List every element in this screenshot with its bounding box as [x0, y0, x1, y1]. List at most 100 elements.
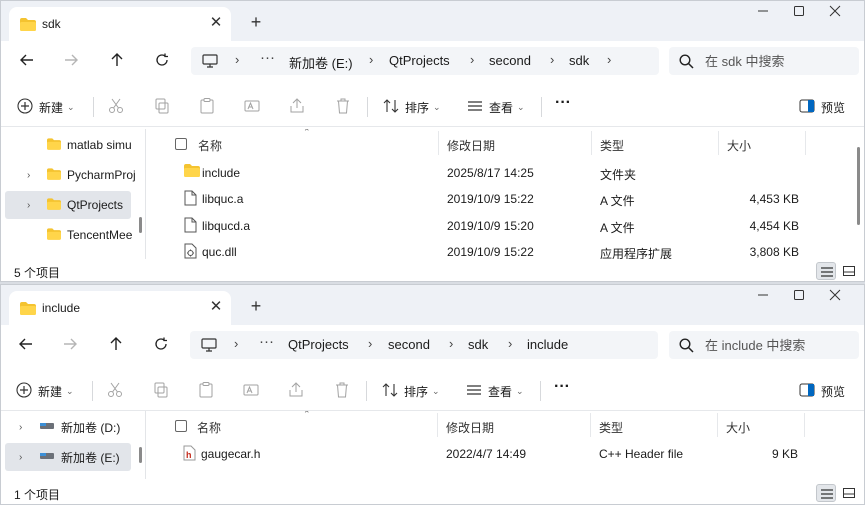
file-row-libquc[interactable]: libquc.a 2019/10/9 15:22 A 文件 4,453 KB — [151, 186, 856, 212]
new-tab-button[interactable]: + — [245, 295, 267, 317]
column-header-date[interactable]: 修改日期 — [447, 137, 495, 154]
chevron-right-icon: › — [369, 52, 374, 67]
forward-arrow-icon[interactable] — [59, 49, 83, 73]
nav-item-pycharm[interactable]: › PycharmProj — [1, 161, 139, 189]
select-all-checkbox[interactable] — [175, 138, 187, 150]
refresh-icon[interactable] — [150, 49, 174, 73]
chevron-right-icon[interactable]: › — [27, 200, 39, 211]
tiles-view-button[interactable] — [839, 484, 859, 502]
tab-sdk[interactable]: sdk ✕ — [9, 7, 231, 41]
rename-button[interactable] — [244, 97, 260, 117]
delete-button[interactable] — [334, 381, 350, 401]
share-button[interactable] — [289, 97, 305, 117]
column-divider[interactable] — [718, 131, 719, 155]
breadcrumb-include[interactable]: include — [527, 337, 568, 352]
back-arrow-icon[interactable] — [14, 333, 38, 357]
new-button[interactable]: 新建 ⌄ — [17, 97, 75, 117]
column-header-type[interactable]: 类型 — [600, 137, 624, 154]
more-options-icon[interactable]: ··· — [554, 377, 570, 397]
column-divider[interactable] — [437, 413, 438, 437]
preview-button[interactable]: 预览 — [799, 381, 845, 401]
nav-item-drive-e[interactable]: › 新加卷 (E:) — [5, 443, 131, 471]
file-list-scrollbar[interactable] — [857, 147, 860, 225]
column-header-row: ⌃ 名称 修改日期 类型 大小 — [151, 129, 856, 157]
more-crumbs-icon[interactable]: ··· — [259, 333, 274, 350]
breadcrumb-qtprojects[interactable]: QtProjects — [389, 53, 450, 68]
new-button[interactable]: 新建 ⌄ — [16, 381, 74, 401]
rename-button[interactable] — [243, 381, 259, 401]
column-header-name[interactable]: 名称 — [197, 419, 221, 436]
maximize-button[interactable] — [781, 5, 817, 25]
search-input[interactable] — [705, 51, 853, 71]
column-divider[interactable] — [591, 131, 592, 155]
select-all-checkbox[interactable] — [175, 420, 187, 432]
maximize-button[interactable] — [781, 289, 817, 309]
details-view-button[interactable] — [816, 262, 836, 280]
file-row-libqucd[interactable]: libqucd.a 2019/10/9 15:20 A 文件 4,454 KB — [151, 213, 856, 239]
paste-button[interactable] — [198, 381, 214, 401]
file-row-gaugecar-h[interactable]: h gaugecar.h 2022/4/7 14:49 C++ Header f… — [151, 441, 856, 467]
plus-circle-icon — [16, 381, 32, 401]
minimize-button[interactable] — [745, 5, 781, 25]
details-view-button[interactable] — [816, 484, 836, 502]
tab-include[interactable]: include ✕ — [9, 291, 231, 325]
tiles-view-button[interactable] — [839, 262, 859, 280]
column-header-date[interactable]: 修改日期 — [446, 419, 494, 436]
column-divider[interactable] — [717, 413, 718, 437]
nav-item-qtprojects[interactable]: › QtProjects — [5, 191, 131, 219]
up-arrow-icon[interactable] — [105, 49, 129, 73]
view-button[interactable]: 查看 ⌄ — [467, 97, 525, 117]
breadcrumb-sdk[interactable]: sdk — [468, 337, 488, 352]
delete-button[interactable] — [335, 97, 351, 117]
new-tab-button[interactable]: + — [245, 11, 267, 33]
file-row-include[interactable]: include 2025/8/17 14:25 文件夹 — [151, 160, 856, 186]
chevron-right-icon[interactable]: › — [19, 422, 31, 433]
nav-scrollbar[interactable] — [139, 217, 142, 233]
copy-button[interactable] — [153, 381, 169, 401]
breadcrumb-second[interactable]: second — [489, 53, 531, 68]
breadcrumb-second[interactable]: second — [388, 337, 430, 352]
close-window-button[interactable] — [817, 5, 853, 25]
column-header-size[interactable]: 大小 — [726, 419, 750, 436]
close-tab-icon[interactable]: ✕ — [207, 298, 225, 316]
nav-item-drive-d[interactable]: › 新加卷 (D:) — [1, 413, 139, 441]
breadcrumb-drive[interactable]: 新加卷 (E:) — [289, 53, 353, 72]
close-window-button[interactable] — [817, 289, 853, 309]
nav-item-matlab[interactable]: matlab simu — [1, 131, 139, 159]
copy-button[interactable] — [154, 97, 170, 117]
search-input[interactable] — [705, 335, 853, 355]
address-bar[interactable]: › ··· QtProjects › second › sdk › includ… — [190, 331, 658, 359]
column-divider[interactable] — [590, 413, 591, 437]
column-header-size[interactable]: 大小 — [727, 137, 751, 154]
column-divider[interactable] — [804, 413, 805, 437]
refresh-icon[interactable] — [149, 333, 173, 357]
sort-button[interactable]: 排序 ⌄ — [383, 97, 441, 117]
view-button[interactable]: 查看 ⌄ — [466, 381, 524, 401]
cut-button[interactable] — [107, 381, 123, 401]
column-divider[interactable] — [438, 131, 439, 155]
forward-arrow-icon[interactable] — [58, 333, 82, 357]
address-bar[interactable]: › ··· 新加卷 (E:) › QtProjects › second › s… — [191, 47, 659, 75]
chevron-right-icon[interactable]: › — [27, 170, 39, 181]
preview-button[interactable]: 预览 — [799, 97, 845, 117]
column-header-name[interactable]: 名称 — [198, 137, 222, 154]
minimize-button[interactable] — [745, 289, 781, 309]
up-arrow-icon[interactable] — [104, 333, 128, 357]
nav-item-tencentmeeting[interactable]: TencentMee — [1, 221, 139, 249]
breadcrumb-qtprojects[interactable]: QtProjects — [288, 337, 349, 352]
column-divider[interactable] — [805, 131, 806, 155]
chevron-right-icon: › — [607, 52, 612, 67]
more-crumbs-icon[interactable]: ··· — [260, 49, 275, 66]
back-arrow-icon[interactable] — [15, 49, 39, 73]
share-button[interactable] — [288, 381, 304, 401]
breadcrumb-sdk[interactable]: sdk — [569, 53, 589, 68]
more-options-icon[interactable]: ··· — [555, 93, 571, 113]
chevron-right-icon[interactable]: › — [19, 452, 31, 463]
file-row-quc-dll[interactable]: quc.dll 2019/10/9 15:22 应用程序扩展 3,808 KB — [151, 239, 856, 261]
close-tab-icon[interactable]: ✕ — [207, 14, 225, 32]
sort-button[interactable]: 排序 ⌄ — [382, 381, 440, 401]
column-header-type[interactable]: 类型 — [599, 419, 623, 436]
cut-button[interactable] — [108, 97, 124, 117]
paste-button[interactable] — [199, 97, 215, 117]
nav-scrollbar[interactable] — [139, 447, 142, 463]
